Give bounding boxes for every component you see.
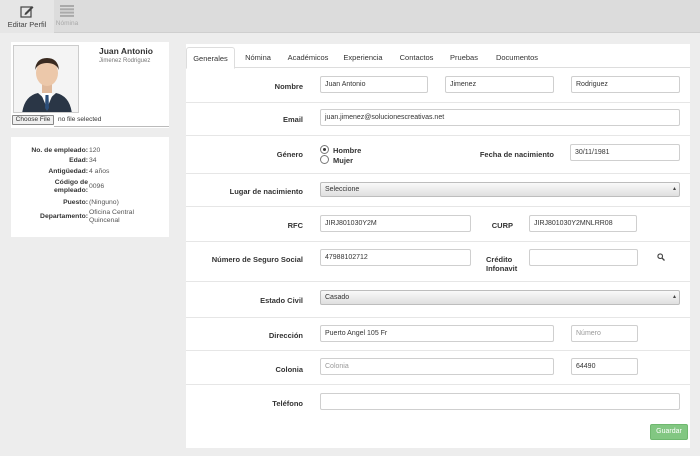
curp-input[interactable]: JIRJ801030Y2MNLRR08	[529, 215, 637, 232]
edit-profile-label: Editar Perfil	[7, 20, 47, 29]
form-row-genero: Género Hombre Mujer Fecha de nacimiento …	[186, 136, 690, 174]
info-label: Departamento:	[40, 213, 88, 220]
profile-photo	[13, 45, 79, 113]
phone-input[interactable]	[320, 393, 680, 410]
form-row-colonia: Colonia Colonia 64490	[186, 351, 690, 385]
street-number-input[interactable]: Número	[571, 325, 638, 342]
employee-form-panel: Generales Nómina Académicos Experiencia …	[186, 44, 690, 448]
birthplace-select[interactable]: Seleccione ▴	[320, 182, 680, 197]
info-value: 34	[89, 157, 97, 164]
file-status: no file selected	[58, 116, 102, 123]
form-row-telefono: Teléfono	[186, 385, 690, 419]
gender-male-radio[interactable]	[320, 145, 329, 154]
nomina-button[interactable]: Nómina	[52, 0, 82, 33]
info-label: Edad:	[69, 157, 88, 164]
tab-contactos[interactable]: Contactos	[393, 47, 440, 68]
gender-male-label: Hombre	[333, 146, 362, 155]
select-arrows-icon: ▴	[672, 186, 676, 192]
address-label: Dirección	[268, 331, 303, 340]
birthdate-input[interactable]: 30/11/1981	[570, 144, 680, 161]
rfc-label: RFC	[287, 221, 303, 230]
birthdate-label: Fecha de nacimiento	[479, 150, 554, 159]
birthplace-label: Lugar de nacimiento	[229, 187, 303, 196]
info-value: (Ninguno)	[89, 199, 119, 206]
colonia-input[interactable]: Colonia	[320, 358, 554, 375]
gender-female-radio[interactable]	[320, 155, 329, 164]
infonavit-label: Crédito Infonavit	[486, 255, 518, 273]
info-label: Antigüedad:	[48, 168, 88, 175]
marital-status-label: Estado Civil	[260, 296, 303, 305]
select-arrows-icon: ▴	[672, 294, 676, 300]
tab-nomina[interactable]: Nómina	[239, 47, 277, 68]
tab-generales[interactable]: Generales	[186, 47, 235, 69]
form-row-estado-civil: Estado Civil Casado ▴	[186, 282, 690, 318]
tab-bar: Generales Nómina Académicos Experiencia …	[186, 44, 690, 69]
form-row-rfc: RFC JIRJ801030Y2M CURP JIRJ801030Y2MNLRR…	[186, 207, 690, 242]
form-row-direccion: Dirección Puerto Angel 105 Fr Número	[186, 318, 690, 351]
form-row-nss: Número de Seguro Social 47988102712 Créd…	[186, 242, 690, 282]
nombre-label: Nombre	[274, 82, 303, 91]
form-row-email: Email juan.jimenez@solucionescreativas.n…	[186, 103, 690, 136]
info-value: 120	[89, 147, 101, 154]
email-label: Email	[282, 115, 303, 124]
birthplace-value: Seleccione	[325, 186, 360, 193]
gender-female-label: Mujer	[333, 156, 354, 165]
infonavit-input[interactable]	[529, 249, 638, 266]
address-input[interactable]: Puerto Angel 105 Fr	[320, 325, 554, 342]
info-value: 4 años	[89, 168, 110, 175]
edit-icon	[20, 5, 34, 20]
postal-code-input[interactable]: 64490	[571, 358, 638, 375]
list-icon	[60, 5, 74, 19]
profile-name: Juan Antonio	[99, 46, 153, 56]
edit-profile-button[interactable]: Editar Perfil	[0, 0, 54, 33]
info-value: 0096	[89, 183, 105, 190]
profile-surnames: Jimenez Rodriguez	[99, 58, 151, 64]
info-label: Código de empleado:	[54, 179, 88, 194]
divider	[54, 126, 169, 127]
choose-file-button[interactable]: Choose File	[12, 115, 54, 125]
form-row-nombre: Nombre Juan Antonio Jimenez Rodriguez	[186, 69, 690, 103]
tab-academicos[interactable]: Académicos	[282, 47, 334, 68]
curp-label: CURP	[491, 221, 513, 230]
info-label: Puesto:	[63, 199, 88, 206]
save-button[interactable]: Guardar	[650, 424, 688, 440]
tab-experiencia[interactable]: Experiencia	[338, 47, 388, 68]
marital-status-select[interactable]: Casado ▴	[320, 290, 680, 305]
tab-pruebas[interactable]: Pruebas	[445, 47, 483, 68]
email-input[interactable]: juan.jimenez@solucionescreativas.net	[320, 109, 680, 126]
first-name-input[interactable]: Juan Antonio	[320, 76, 428, 93]
nss-label: Número de Seguro Social	[211, 255, 303, 264]
nss-input[interactable]: 47988102712	[320, 249, 471, 266]
employee-info-panel: No. de empleado: 120 Edad: 34 Antigüedad…	[11, 137, 169, 237]
rfc-input[interactable]: JIRJ801030Y2M	[320, 215, 471, 232]
genero-label: Género	[276, 150, 303, 159]
colonia-label: Colonia	[275, 365, 304, 374]
info-label: No. de empleado:	[31, 147, 88, 154]
form-row-lugar: Lugar de nacimiento Seleccione ▴	[186, 174, 690, 207]
maternal-surname-input[interactable]: Rodriguez	[571, 76, 680, 93]
nomina-label: Nómina	[55, 20, 79, 27]
tab-documentos[interactable]: Documentos	[489, 47, 545, 68]
paternal-surname-input[interactable]: Jimenez	[445, 76, 554, 93]
profile-card: Juan Antonio Jimenez Rodriguez Choose Fi…	[11, 42, 169, 128]
top-toolbar: Editar Perfil Nómina	[0, 0, 700, 33]
search-icon[interactable]	[657, 253, 665, 263]
info-value: Oficina Central Quincenal	[89, 209, 134, 224]
phone-label: Teléfono	[272, 399, 303, 408]
marital-status-value: Casado	[325, 294, 350, 301]
